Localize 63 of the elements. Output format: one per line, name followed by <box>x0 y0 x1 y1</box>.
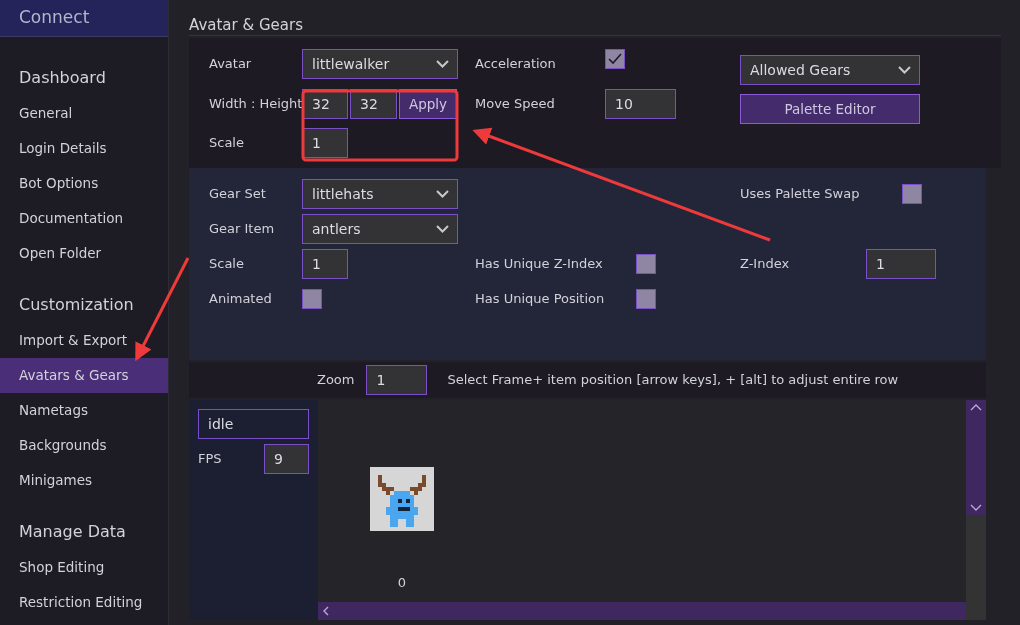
z-index-field[interactable]: 1 <box>866 249 936 279</box>
sidebar-item[interactable]: Login Details <box>0 131 168 166</box>
horizontal-scrollbar[interactable] <box>318 602 966 620</box>
vertical-scrollbar[interactable] <box>966 400 986 515</box>
section-heading: Manage Data <box>18 521 127 543</box>
scale-field[interactable]: 1 <box>302 249 348 279</box>
field-label: Scale <box>209 134 245 153</box>
sidebar-item[interactable]: Restriction Editing <box>0 585 168 620</box>
sidebar-item[interactable]: Documentation <box>0 201 168 236</box>
sidebar-item[interactable]: General <box>0 96 168 131</box>
field-label: Move Speed <box>475 95 556 114</box>
scale-field[interactable]: 1 <box>302 128 348 158</box>
sidebar-item[interactable]: Nametags <box>0 393 168 428</box>
field-label: FPS <box>198 450 222 469</box>
sidebar-item[interactable]: Open Folder <box>0 236 168 271</box>
chevron-down-icon[interactable] <box>970 503 982 511</box>
sidebar-item[interactable]: Shop Editing <box>0 550 168 585</box>
field-label: Uses Palette Swap <box>740 185 861 204</box>
apply-button[interactable]: Apply <box>399 89 457 119</box>
chevron-down-icon <box>436 190 449 198</box>
gear-set-dropdown[interactable]: littlehats <box>302 179 458 209</box>
field-label: Width : Height <box>209 95 302 114</box>
field-label: Avatar <box>209 55 253 74</box>
move-speed-field[interactable]: 10 <box>605 89 676 119</box>
chevron-down-icon <box>898 66 911 74</box>
field-label: Scale <box>209 255 245 274</box>
allowed-gears-dropdown[interactable]: Allowed Gears <box>740 55 920 85</box>
chevron-down-icon <box>436 225 449 233</box>
sidebar-item[interactable]: Import & Export <box>0 323 168 358</box>
animated-checkbox[interactable] <box>302 289 322 309</box>
sidebar-item[interactable]: Backgrounds <box>0 428 168 463</box>
field-label: Has Unique Position <box>475 290 606 309</box>
field-label: Has Unique Z-Index <box>475 255 604 274</box>
chevron-down-icon <box>436 60 449 68</box>
field-label: Gear Set <box>209 185 267 204</box>
palette-swap-checkbox[interactable] <box>902 184 922 204</box>
acceleration-checkbox[interactable] <box>605 49 625 69</box>
gear-item-dropdown[interactable]: antlers <box>302 214 458 244</box>
field-label: Gear Item <box>209 220 276 239</box>
page-title: Avatar & Gears <box>189 14 1001 36</box>
frame-number: 0 <box>397 574 407 592</box>
section-heading: Customization <box>18 294 135 316</box>
zoom-field[interactable]: 1 <box>366 365 428 395</box>
avatar-dropdown[interactable]: littlewalker <box>302 49 458 79</box>
sprite-drawing[interactable] <box>370 467 434 531</box>
sidebar-item[interactable]: Bot Options <box>0 166 168 201</box>
fps-field[interactable]: 9 <box>264 444 309 474</box>
height-field[interactable]: 32 <box>350 89 397 119</box>
hint-text: Select Frame+ item position [arrow keys], + [alt] to adjust entire row <box>447 371 899 390</box>
field-label: Z-Index <box>740 255 791 274</box>
z-index-checkbox[interactable] <box>636 254 656 274</box>
field-label: Zoom <box>317 371 355 390</box>
app-title: Connect <box>0 0 168 37</box>
animation-name-field[interactable]: idle <box>198 409 309 439</box>
field-label: Acceleration <box>475 55 557 74</box>
section-heading: Dashboard <box>18 67 107 89</box>
sidebar-item[interactable]: Minigames <box>0 463 168 498</box>
sidebar-item[interactable]: Avatars & Gears <box>0 358 168 393</box>
chevron-left-icon[interactable] <box>322 606 330 616</box>
field-label: Animated <box>209 290 273 309</box>
palette-editor-button[interactable]: Palette Editor <box>740 94 920 124</box>
chevron-up-icon[interactable] <box>970 404 982 412</box>
position-checkbox[interactable] <box>636 289 656 309</box>
